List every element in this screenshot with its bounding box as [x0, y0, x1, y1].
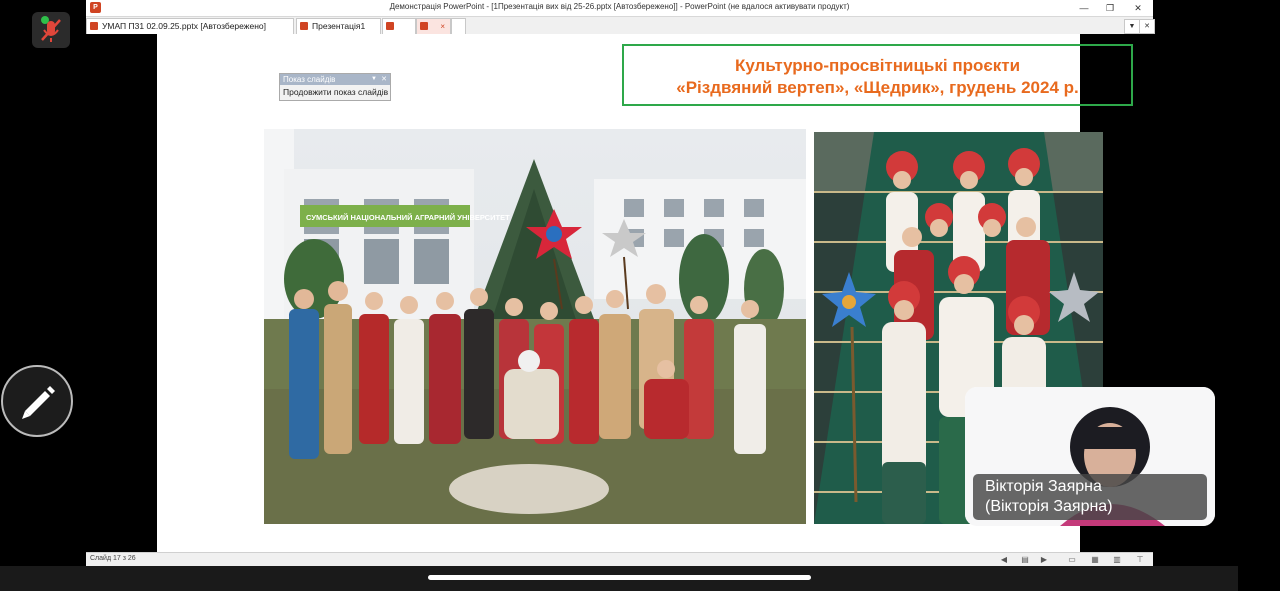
participant-name-label: Вікторія Заярна (Вікторія Заярна): [973, 474, 1207, 520]
next-slide-icon[interactable]: ▶: [1039, 555, 1049, 565]
tab-label: Презентація1: [312, 21, 366, 31]
slide-title-box: Культурно-просвітницькі проєкти «Різдвян…: [622, 44, 1133, 106]
pptx-file-icon: [300, 22, 308, 30]
participant-username: (Вікторія Заярна): [985, 498, 1113, 515]
tab-presentation1[interactable]: Презентація1: [296, 18, 381, 34]
muted-mic-button[interactable]: [32, 12, 70, 48]
group-photo-university: СУМСЬКИЙ НАЦІОНАЛЬНИЙ АГРАРНИЙ УНІВЕРСИТ…: [264, 129, 806, 524]
close-document-button[interactable]: ✕: [1139, 19, 1155, 34]
status-bar: Слайд 17 з 26 ◀ ▤ ▶ ▭ ▦ ▥ ⊤: [86, 552, 1153, 567]
document-tabs: УМАП П31 02.09.25.pptx [Автозбережено] П…: [86, 17, 1155, 35]
window-title: Демонстрація PowerPoint - [1Презентація …: [389, 2, 850, 11]
close-tab-icon[interactable]: ×: [440, 19, 445, 34]
pptx-file-icon: [386, 22, 394, 30]
tab-umap-presentation[interactable]: УМАП П31 02.09.25.pptx [Автозбережено]: [86, 18, 294, 34]
title-bar: P Демонстрація PowerPoint - [1Презентаці…: [86, 0, 1153, 17]
slide[interactable]: Культурно-просвітницькі проєкти «Різдвян…: [157, 34, 1133, 552]
tab-label: УМАП П31 02.09.25.pptx [Автозбережено]: [102, 21, 266, 31]
mic-off-icon: [41, 16, 61, 42]
slide-title-line2: «Різдвяний вертеп», «Щедрик», грудень 20…: [676, 78, 1079, 97]
restore-button[interactable]: ❐: [1098, 1, 1122, 15]
participant-name: Вікторія Заярна: [985, 478, 1102, 495]
reading-view-icon[interactable]: ▥: [1112, 555, 1122, 565]
home-indicator[interactable]: [428, 575, 811, 580]
slide-sorter-icon[interactable]: ▦: [1090, 555, 1100, 565]
university-sign-text: СУМСЬКИЙ НАЦІОНАЛЬНИЙ АГРАРНИЙ УНІВЕРСИТ…: [306, 213, 510, 222]
slide-counter: Слайд 17 з 26: [90, 555, 136, 562]
new-tab[interactable]: [451, 18, 466, 34]
tabs-dropdown-button[interactable]: ▼: [1124, 19, 1140, 34]
tab-current[interactable]: [382, 18, 416, 34]
toolbar-close-icon[interactable]: ✕: [381, 74, 387, 85]
pptx-file-icon: [90, 22, 98, 30]
pencil-icon: [22, 386, 55, 419]
previous-slide-icon[interactable]: ◀: [999, 555, 1009, 565]
pptx-file-icon: [420, 22, 428, 30]
slide-title-line1: Культурно-просвітницькі проєкти: [734, 56, 1021, 75]
slideshow-toolbar: Показ слайдів ▼ ✕ Продовжити показ слайд…: [279, 73, 391, 101]
menu-icon[interactable]: ▤: [1020, 555, 1030, 565]
tab-active[interactable]: ×: [416, 18, 451, 34]
slideshow-toolbar-title: Показ слайдів: [283, 75, 336, 84]
minimize-button[interactable]: —: [1072, 1, 1096, 15]
close-window-button[interactable]: ✕: [1126, 1, 1150, 15]
slideshow-view-icon[interactable]: ⊤: [1135, 555, 1145, 565]
resume-slideshow-button[interactable]: Продовжити показ слайдів: [280, 85, 390, 97]
annotate-button[interactable]: [1, 365, 73, 437]
normal-view-icon[interactable]: ▭: [1067, 555, 1077, 565]
toolbar-dropdown-icon[interactable]: ▼: [371, 74, 377, 85]
slideshow-toolbar-header[interactable]: Показ слайдів ▼ ✕: [280, 74, 390, 85]
